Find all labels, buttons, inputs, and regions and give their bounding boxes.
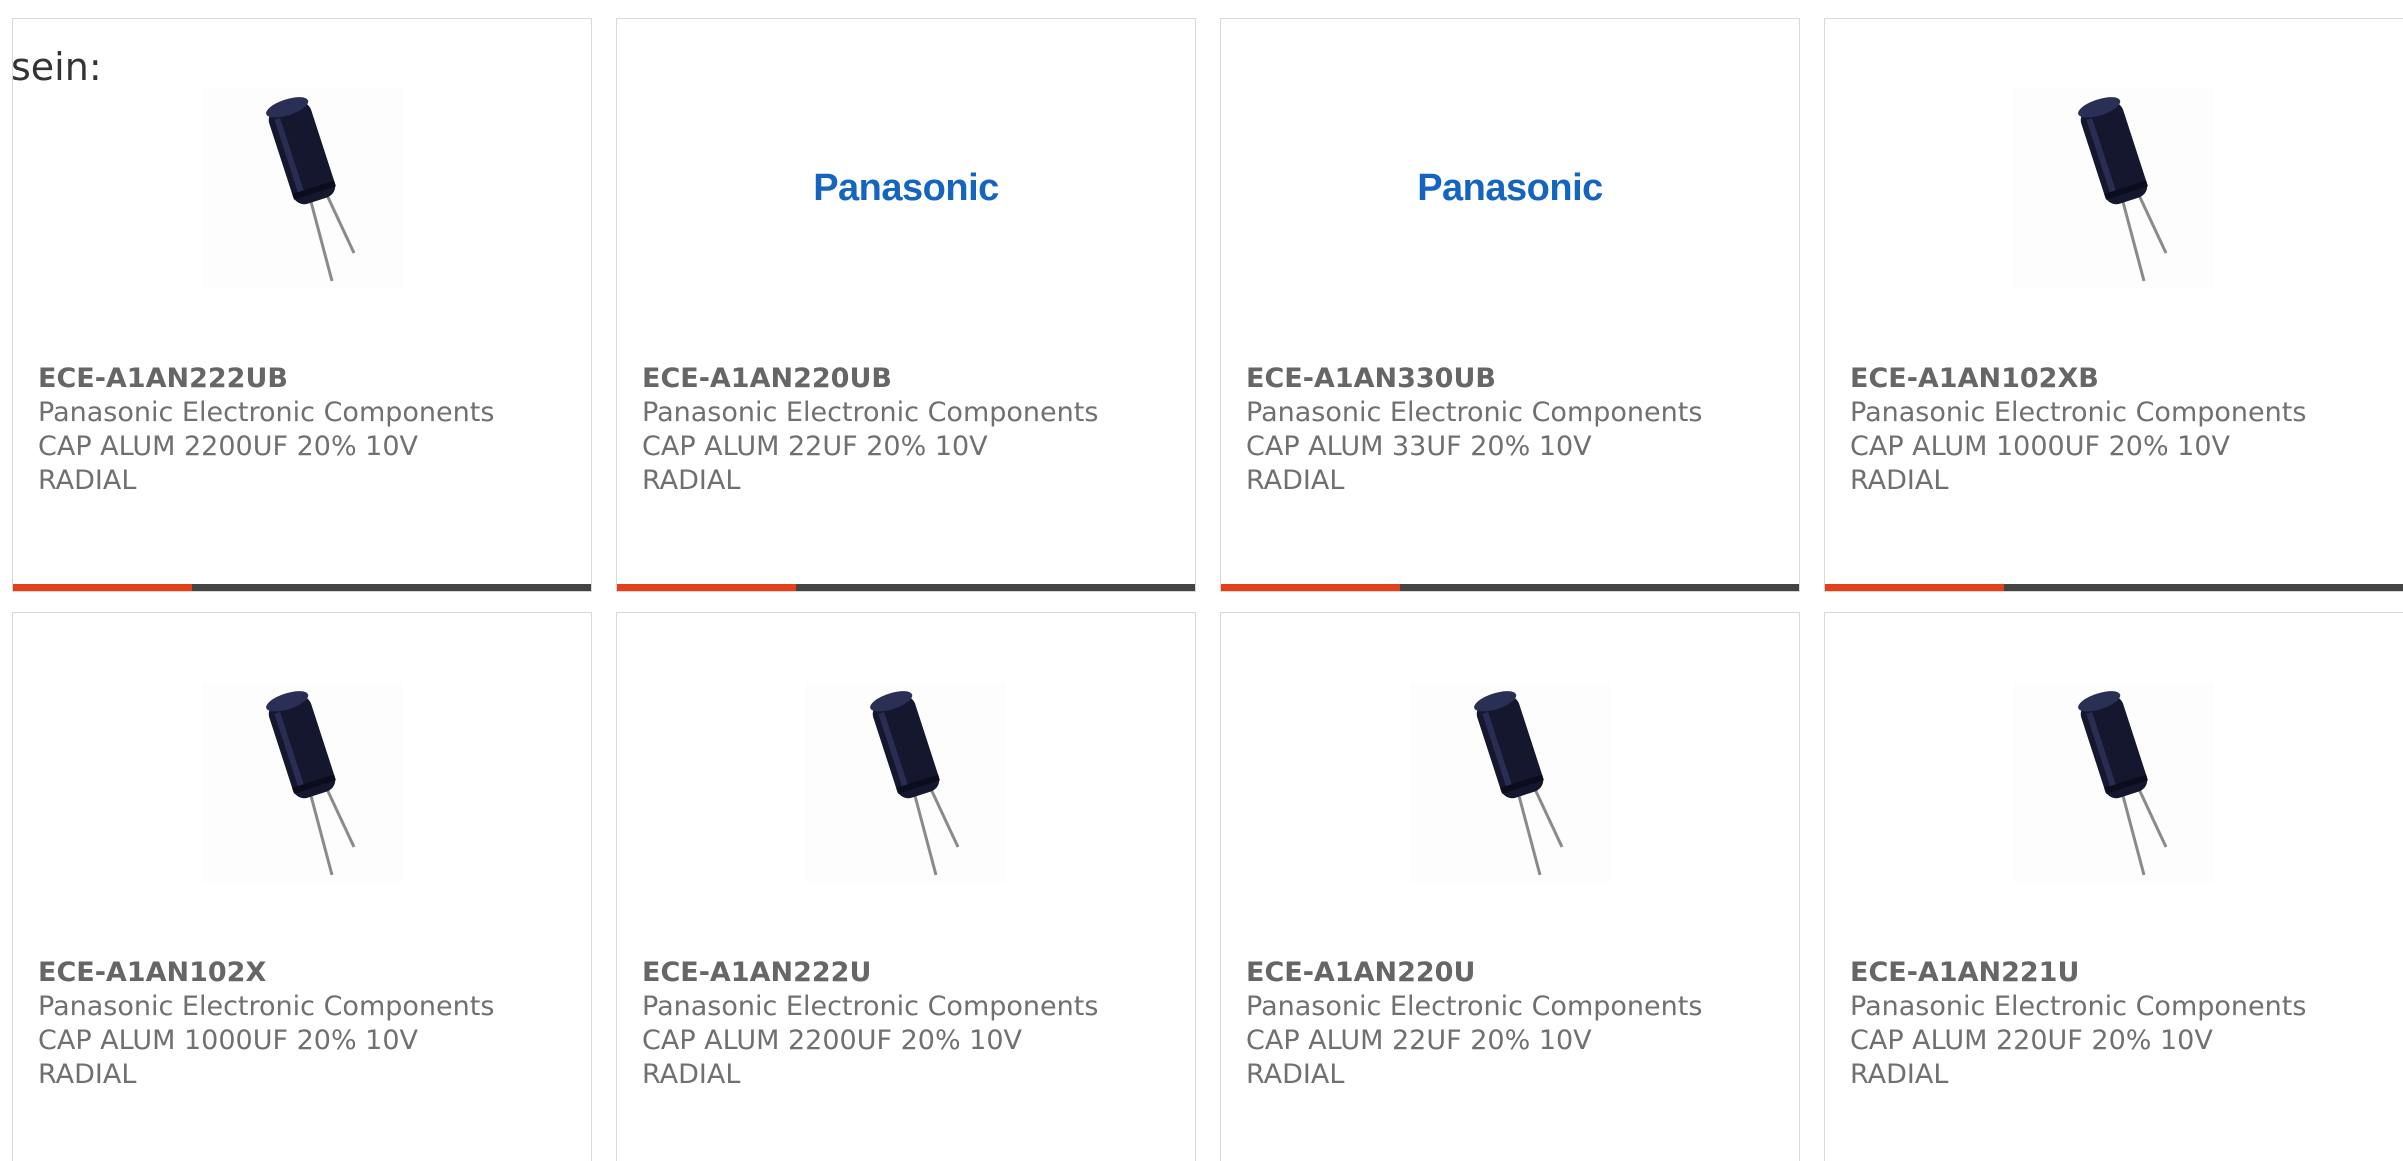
progress-fill: [1825, 584, 2005, 591]
product-image-area[interactable]: [617, 681, 1195, 883]
product-image-area[interactable]: [13, 87, 591, 289]
capacitor-icon: [266, 97, 356, 282]
product-image-area[interactable]: [13, 681, 591, 883]
product-info: ECE-A1AN102X Panasonic Electronic Compon…: [38, 956, 571, 1092]
page: sein: ECE-A1AN222UB Panasonic Electronic…: [0, 0, 2403, 1161]
description-line-1: CAP ALUM 1000UF 20% 10V: [1850, 431, 2231, 462]
capacitor-icon: [870, 691, 960, 876]
capacitor-icon: [2078, 691, 2168, 876]
product-card-ece-a1an222u[interactable]: ECE-A1AN222U Panasonic Electronic Compon…: [616, 612, 1196, 1161]
progress-bar: [13, 584, 591, 591]
description-line-2: RADIAL: [1246, 465, 1345, 496]
description-line-2: RADIAL: [642, 1059, 741, 1090]
manufacturer: Panasonic Electronic Components: [38, 397, 495, 428]
manufacturer: Panasonic Electronic Components: [1246, 397, 1703, 428]
part-number[interactable]: ECE-A1AN330UB: [1246, 362, 1779, 396]
product-image[interactable]: [2014, 682, 2214, 882]
description-line-1: CAP ALUM 33UF 20% 10V: [1246, 431, 1592, 462]
product-info: ECE-A1AN102XB Panasonic Electronic Compo…: [1850, 362, 2383, 498]
intro-text: sein:: [11, 45, 102, 89]
product-image-area[interactable]: [1825, 681, 2403, 883]
manufacturer: Panasonic Electronic Components: [642, 397, 1099, 428]
manufacturer: Panasonic Electronic Components: [1850, 397, 2307, 428]
description-line-2: RADIAL: [1850, 1059, 1949, 1090]
product-grid: ECE-A1AN222UB Panasonic Electronic Compo…: [12, 18, 2403, 1161]
part-number[interactable]: ECE-A1AN222U: [642, 956, 1175, 990]
product-image[interactable]: [2014, 88, 2214, 288]
description-line-1: CAP ALUM 22UF 20% 10V: [642, 431, 988, 462]
panasonic-logo: Panasonic: [1417, 166, 1603, 209]
product-card-ece-a1an330ub[interactable]: Panasonic ECE-A1AN330UB Panasonic Electr…: [1220, 18, 1800, 592]
description-line-1: CAP ALUM 220UF 20% 10V: [1850, 1025, 2213, 1056]
product-image-area[interactable]: [1825, 87, 2403, 289]
product-image-area[interactable]: Panasonic: [617, 87, 1195, 289]
product-info: ECE-A1AN221U Panasonic Electronic Compon…: [1850, 956, 2383, 1092]
part-number[interactable]: ECE-A1AN220UB: [642, 362, 1175, 396]
progress-fill: [617, 584, 797, 591]
part-number[interactable]: ECE-A1AN220U: [1246, 956, 1779, 990]
product-info: ECE-A1AN220UB Panasonic Electronic Compo…: [642, 362, 1175, 498]
product-card-ece-a1an221u[interactable]: ECE-A1AN221U Panasonic Electronic Compon…: [1824, 612, 2403, 1161]
description-line-2: RADIAL: [1246, 1059, 1345, 1090]
description-line-1: CAP ALUM 22UF 20% 10V: [1246, 1025, 1592, 1056]
progress-bar: [1825, 584, 2403, 591]
product-info: ECE-A1AN222U Panasonic Electronic Compon…: [642, 956, 1175, 1092]
part-number[interactable]: ECE-A1AN221U: [1850, 956, 2383, 990]
description-line-1: CAP ALUM 2200UF 20% 10V: [642, 1025, 1023, 1056]
progress-fill: [13, 584, 193, 591]
part-number[interactable]: ECE-A1AN102XB: [1850, 362, 2383, 396]
manufacturer: Panasonic Electronic Components: [1850, 991, 2307, 1022]
product-info: ECE-A1AN220U Panasonic Electronic Compon…: [1246, 956, 1779, 1092]
progress-bar: [617, 584, 1195, 591]
product-image[interactable]: Panasonic: [1410, 88, 1610, 288]
description-line-2: RADIAL: [38, 465, 137, 496]
progress-bar: [1221, 584, 1799, 591]
description-line-2: RADIAL: [38, 1059, 137, 1090]
capacitor-icon: [2078, 97, 2168, 282]
progress-fill: [1221, 584, 1401, 591]
product-card-ece-a1an220ub[interactable]: Panasonic ECE-A1AN220UB Panasonic Electr…: [616, 18, 1196, 592]
capacitor-icon: [266, 691, 356, 876]
part-number[interactable]: ECE-A1AN222UB: [38, 362, 571, 396]
description-line-1: CAP ALUM 2200UF 20% 10V: [38, 431, 419, 462]
description-line-2: RADIAL: [642, 465, 741, 496]
product-image[interactable]: [806, 682, 1006, 882]
part-number[interactable]: ECE-A1AN102X: [38, 956, 571, 990]
panasonic-logo: Panasonic: [813, 166, 999, 209]
product-image-area[interactable]: Panasonic: [1221, 87, 1799, 289]
manufacturer: Panasonic Electronic Components: [642, 991, 1099, 1022]
capacitor-icon: [1474, 691, 1564, 876]
product-card-ece-a1an102x[interactable]: ECE-A1AN102X Panasonic Electronic Compon…: [12, 612, 592, 1161]
product-info: ECE-A1AN222UB Panasonic Electronic Compo…: [38, 362, 571, 498]
description-line-2: RADIAL: [1850, 465, 1949, 496]
product-info: ECE-A1AN330UB Panasonic Electronic Compo…: [1246, 362, 1779, 498]
product-image[interactable]: [202, 682, 402, 882]
product-image[interactable]: [202, 88, 402, 288]
product-image-area[interactable]: [1221, 681, 1799, 883]
product-image[interactable]: Panasonic: [806, 88, 1006, 288]
product-card-ece-a1an222ub[interactable]: ECE-A1AN222UB Panasonic Electronic Compo…: [12, 18, 592, 592]
product-image[interactable]: [1410, 682, 1610, 882]
product-card-ece-a1an220u[interactable]: ECE-A1AN220U Panasonic Electronic Compon…: [1220, 612, 1800, 1161]
manufacturer: Panasonic Electronic Components: [1246, 991, 1703, 1022]
product-card-ece-a1an102xb[interactable]: ECE-A1AN102XB Panasonic Electronic Compo…: [1824, 18, 2403, 592]
manufacturer: Panasonic Electronic Components: [38, 991, 495, 1022]
description-line-1: CAP ALUM 1000UF 20% 10V: [38, 1025, 419, 1056]
